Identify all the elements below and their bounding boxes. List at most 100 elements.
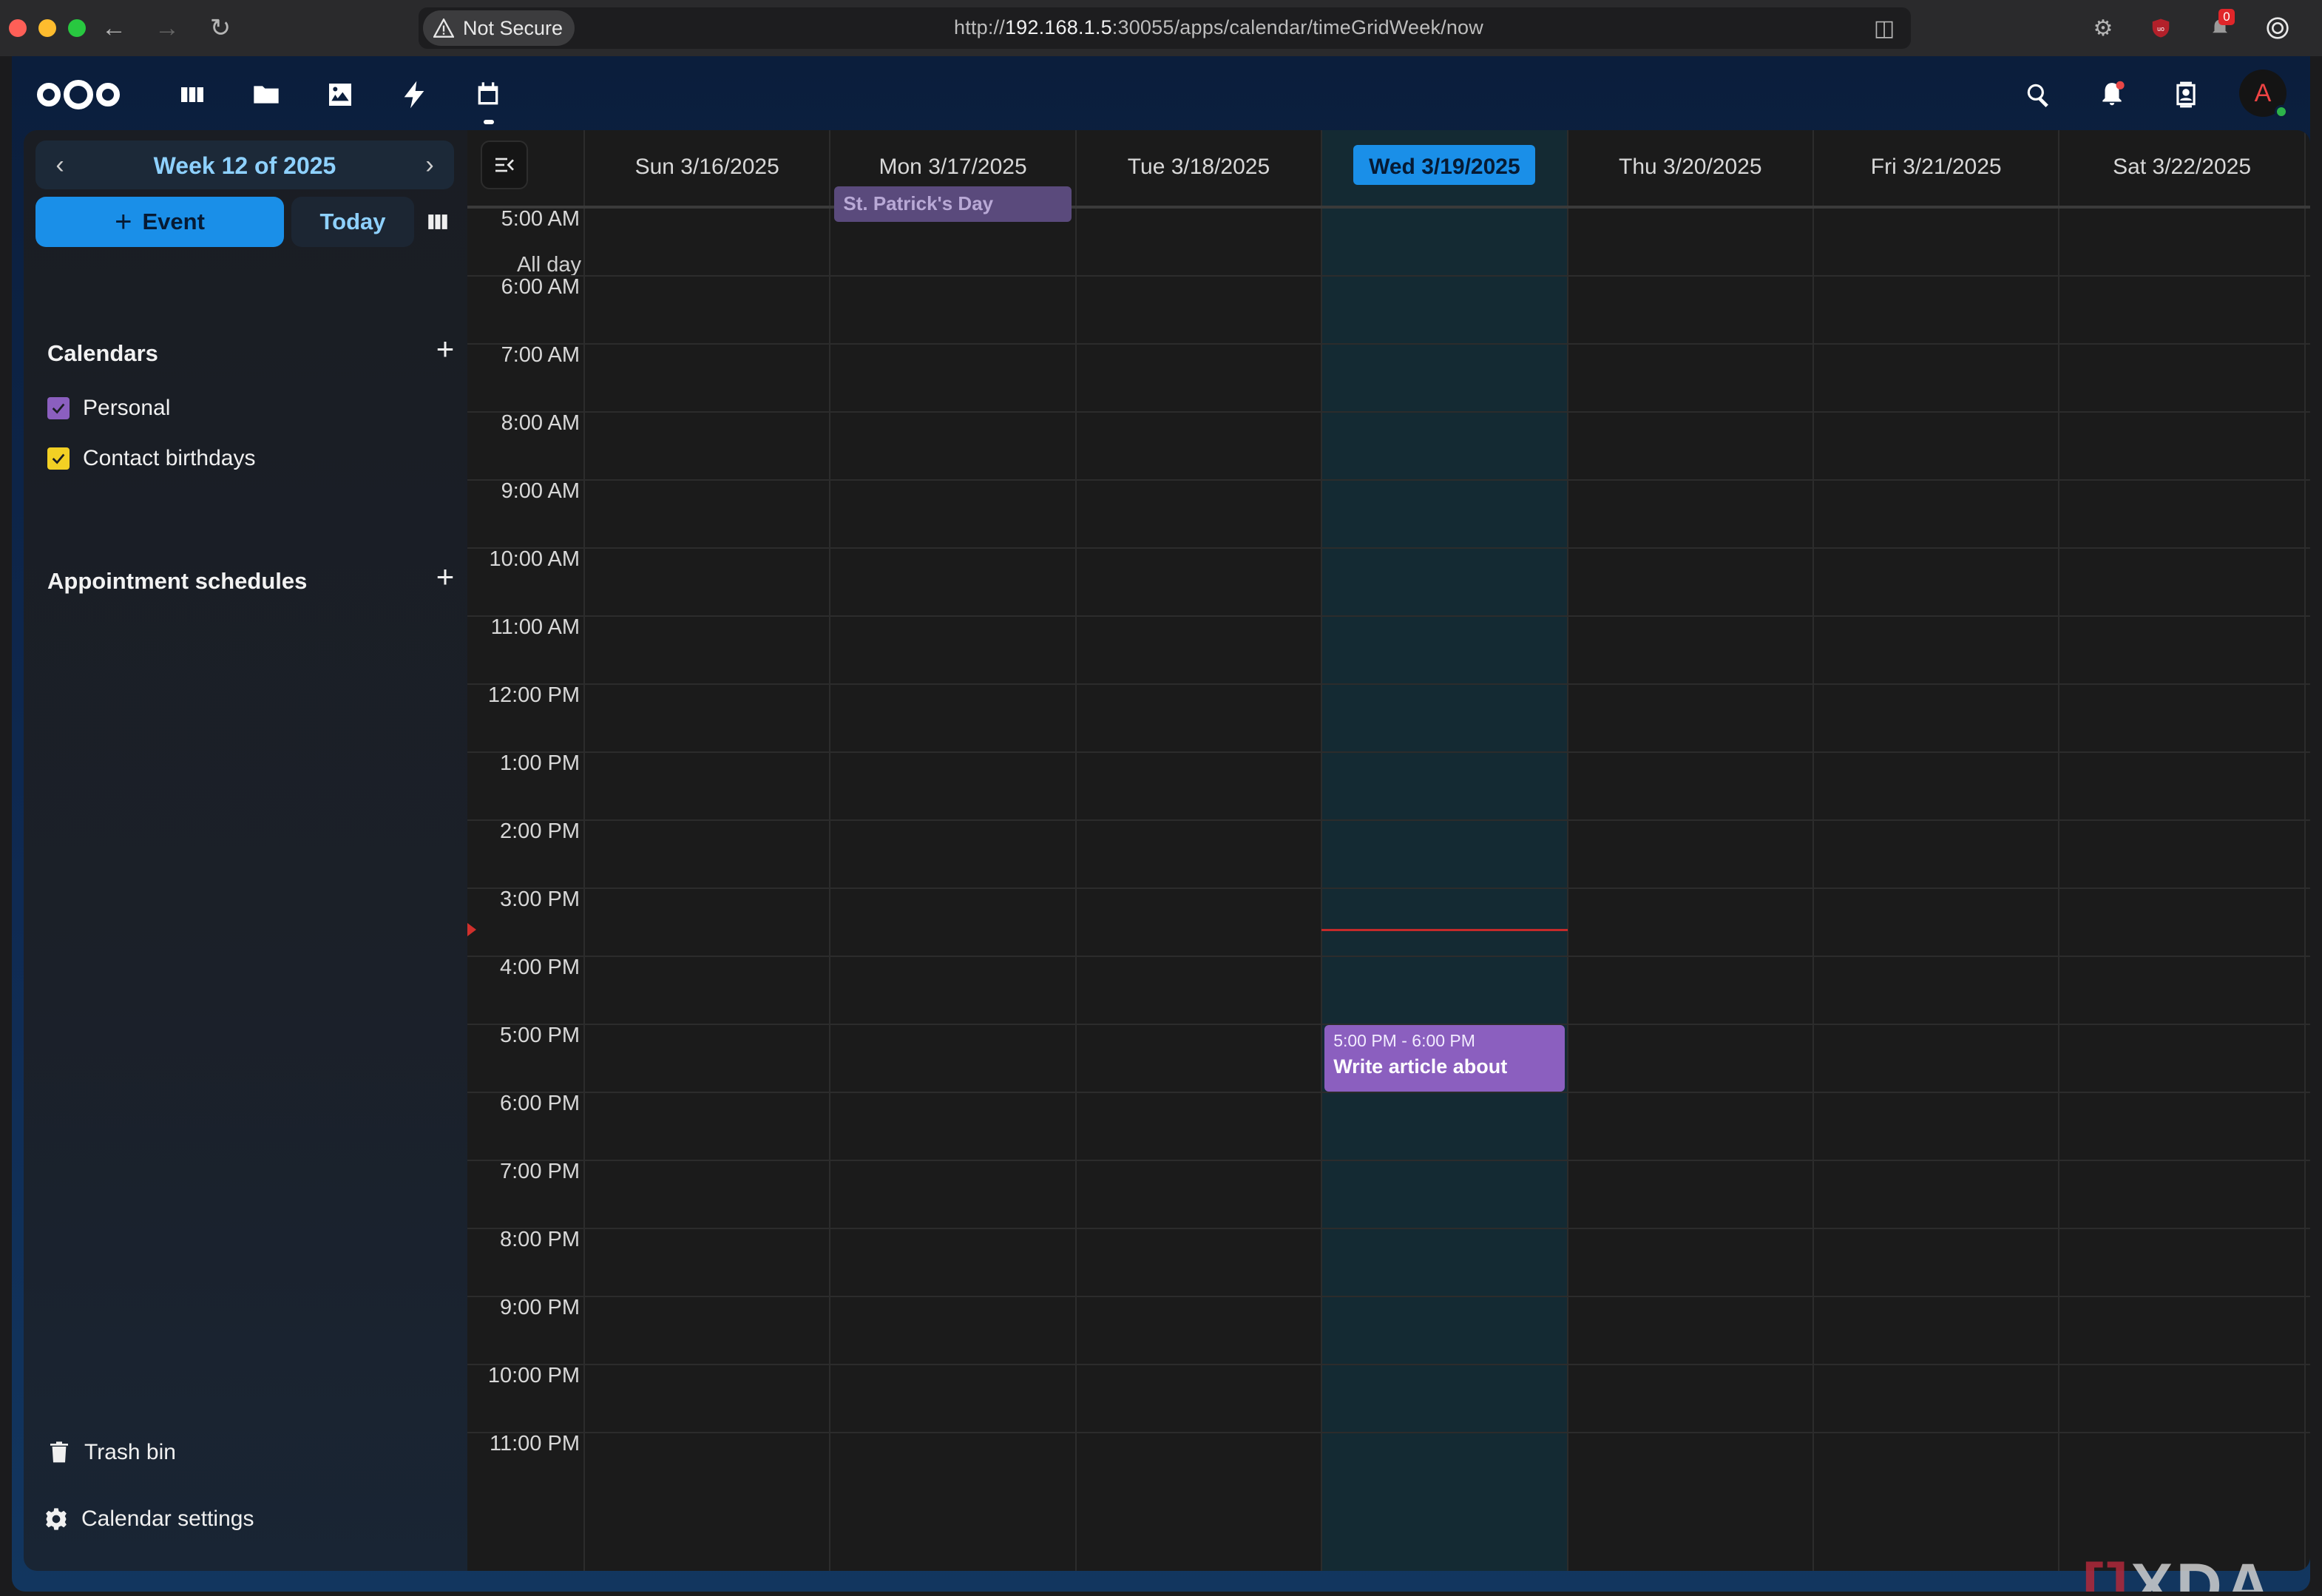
calendars-heading: Calendars	[47, 340, 158, 366]
hour-label: 11:00 AM	[490, 615, 580, 639]
appointment-schedules-heading: Appointment schedules	[47, 568, 308, 594]
today-column-highlight	[1321, 130, 1568, 1571]
hour-divider	[467, 479, 2310, 481]
extension-badge: 0	[2218, 9, 2235, 25]
hour-label: 11:00 PM	[490, 1432, 580, 1455]
active-app-indicator	[484, 120, 494, 124]
day-header[interactable]: Sun 3/16/2025	[584, 149, 830, 185]
hour-label: 7:00 PM	[500, 1160, 580, 1183]
hour-label: 5:00 PM	[500, 1024, 580, 1047]
day-column-divider	[829, 130, 831, 1571]
extensions-icon[interactable]: ⚙	[2085, 10, 2121, 46]
profile-circle-icon[interactable]	[2260, 10, 2295, 46]
day-header[interactable]: Mon 3/17/2025	[830, 149, 1075, 185]
trash-bin-link[interactable]: Trash bin	[47, 1436, 176, 1469]
hour-divider	[467, 615, 2310, 617]
hour-divider	[467, 887, 2310, 889]
hour-divider	[467, 343, 2310, 345]
calendar-item-contact-birthdays[interactable]: Contact birthdays	[47, 444, 255, 473]
bookmark-icon[interactable]: ◫	[1866, 10, 1902, 46]
week-label[interactable]: Week 12 of 2025	[35, 152, 454, 180]
calendar-settings-label: Calendar settings	[81, 1507, 254, 1531]
day-column-divider	[1566, 130, 1568, 1571]
next-week-chevron-icon[interactable]: ›	[410, 145, 450, 185]
day-header[interactable]: Thu 3/20/2025	[1568, 149, 1813, 185]
svg-text:uo: uo	[2157, 25, 2164, 33]
hour-divider	[467, 1228, 2310, 1229]
hour-label: 4:00 PM	[500, 956, 580, 979]
day-header[interactable]: Wed 3/19/2025	[1321, 149, 1567, 185]
warning-triangle-icon	[433, 18, 454, 38]
calendar-label: Contact birthdays	[83, 446, 256, 470]
trash-bin-label: Trash bin	[84, 1440, 176, 1464]
event-time: 5:00 PM - 6:00 PM	[1333, 1031, 1475, 1050]
all-day-divider	[467, 206, 2310, 209]
nextcloud-window: A ‹ Week 12 of 2025 › + Event Today Cale…	[12, 56, 2310, 1592]
hour-divider	[467, 411, 2310, 413]
current-time-arrow	[467, 923, 476, 936]
gear-icon	[46, 1508, 67, 1530]
hour-label: 7:00 AM	[501, 343, 580, 367]
hour-label: 5:00 AM	[501, 207, 580, 231]
toggle-sidebar-icon[interactable]	[481, 141, 528, 189]
hour-divider	[467, 819, 2310, 821]
forward-arrow-icon[interactable]: →	[149, 10, 185, 46]
add-calendar-button[interactable]: +	[427, 331, 463, 367]
close-window-button[interactable]	[9, 19, 27, 37]
url-text[interactable]: http://192.168.1.5:30055/apps/calendar/t…	[954, 16, 1483, 39]
dashboard-icon[interactable]	[172, 74, 213, 115]
hour-divider	[467, 1160, 2310, 1161]
add-appointment-schedule-button[interactable]: +	[427, 559, 463, 595]
day-header[interactable]: Sat 3/22/2025	[2059, 149, 2304, 185]
files-icon[interactable]	[246, 74, 287, 115]
online-status-dot	[2275, 105, 2288, 118]
trash-icon	[50, 1441, 68, 1463]
search-icon[interactable]	[2017, 74, 2059, 115]
checkbox-personal[interactable]	[47, 397, 70, 419]
hour-label: 12:00 PM	[487, 683, 580, 707]
hour-divider	[467, 1364, 2310, 1365]
calendar-icon[interactable]	[467, 74, 509, 115]
contacts-icon[interactable]	[2165, 74, 2207, 115]
hour-label: 6:00 AM	[501, 275, 580, 299]
new-event-label: Event	[142, 209, 205, 234]
hour-label: 3:00 PM	[500, 887, 580, 911]
all-day-event[interactable]: St. Patrick's Day	[834, 186, 1072, 222]
calendar-event[interactable]: 5:00 PM - 6:00 PM Write article about	[1324, 1025, 1565, 1092]
calendar-settings-link[interactable]: Calendar settings	[44, 1503, 254, 1535]
ublock-shield-icon[interactable]: uo	[2143, 10, 2179, 46]
day-column-divider	[2058, 130, 2060, 1571]
nextcloud-logo-icon[interactable]	[33, 78, 124, 111]
photos-icon[interactable]	[319, 74, 361, 115]
view-switcher-icon[interactable]	[420, 197, 456, 247]
week-grid: All day Sun 3/16/2025 Mon 3/17/2025 Tue 3/…	[467, 130, 2310, 1571]
notifications-bell-icon[interactable]	[2091, 74, 2133, 115]
hour-divider	[467, 1432, 2310, 1433]
calendar-sidebar: ‹ Week 12 of 2025 › + Event Today Calend…	[24, 130, 467, 1571]
minimize-window-button[interactable]	[38, 19, 56, 37]
not-secure-badge[interactable]: Not Secure	[423, 10, 575, 46]
hour-divider	[467, 956, 2310, 957]
hour-label: 8:00 AM	[501, 411, 580, 435]
calendar-item-personal[interactable]: Personal	[47, 393, 170, 423]
day-header[interactable]: Tue 3/18/2025	[1076, 149, 1321, 185]
checkbox-contact-birthdays[interactable]	[47, 447, 70, 470]
xda-watermark: []XDA	[2082, 1551, 2274, 1592]
back-arrow-icon[interactable]: ←	[96, 10, 132, 46]
reload-icon[interactable]: ↻	[203, 10, 238, 46]
hour-label: 1:00 PM	[500, 751, 580, 775]
new-event-button[interactable]: + Event	[35, 197, 284, 247]
day-column-divider	[1074, 130, 1077, 1571]
zoom-window-button[interactable]	[68, 19, 86, 37]
hour-label: 8:00 PM	[500, 1228, 580, 1251]
hour-label: 6:00 PM	[500, 1092, 580, 1115]
today-button[interactable]: Today	[291, 197, 414, 247]
hour-label: 9:00 PM	[500, 1296, 580, 1319]
activity-icon[interactable]	[393, 74, 435, 115]
hour-label: 9:00 AM	[501, 479, 580, 503]
browser-toolbar: ← → ↻ Not Secure http://192.168.1.5:3005…	[0, 0, 2322, 56]
day-header[interactable]: Fri 3/21/2025	[1813, 149, 2059, 185]
hour-label: 2:00 PM	[500, 819, 580, 843]
day-column-divider	[2304, 130, 2306, 1571]
check-icon	[52, 403, 65, 414]
